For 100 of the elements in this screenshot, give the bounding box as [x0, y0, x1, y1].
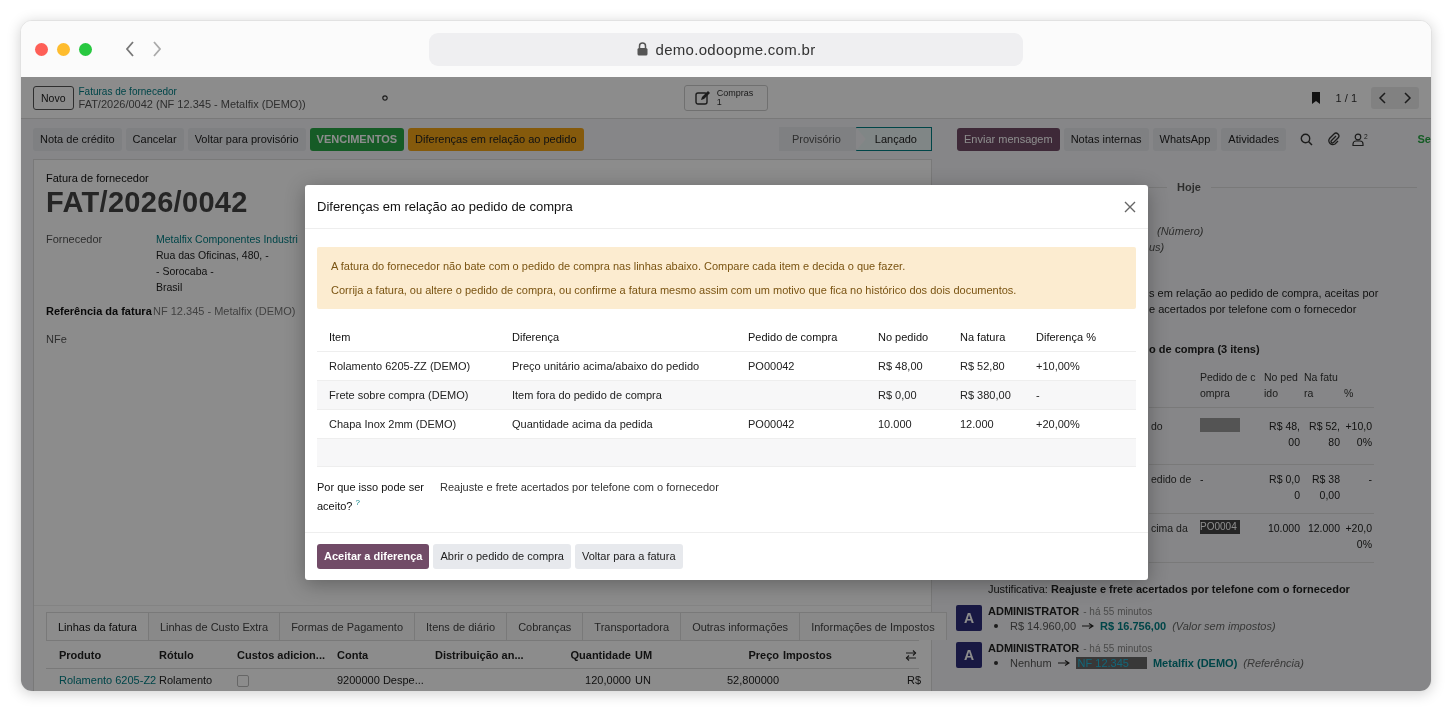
table-cell-text: 52,800000 [726, 674, 780, 686]
chatter-button[interactable]: Atividades [1221, 127, 1287, 151]
table-cell: - [1342, 465, 1374, 514]
column-header[interactable]: Quantidade [555, 648, 635, 661]
dialog-button[interactable]: Abrir o pedido de compra [433, 543, 571, 569]
table-cell: R$ 380,00 [1302, 465, 1342, 514]
back-icon[interactable] [125, 41, 135, 57]
address-line: - Sorocaba - [156, 264, 215, 279]
bullet-icon [994, 624, 998, 628]
purchases-smart-button[interactable]: Compras 1 [683, 84, 769, 111]
dialog-button[interactable]: Aceitar a diferença [317, 543, 430, 569]
bullet-icon [994, 661, 998, 665]
forward-icon[interactable] [152, 41, 162, 57]
new-value: R$ 16.756,00 [1100, 620, 1167, 632]
bookmark-icon[interactable] [1309, 90, 1322, 105]
field-name: (Valor sem impostos) [1172, 620, 1276, 632]
column-header: Pedido de compra [1198, 363, 1262, 408]
author-name[interactable]: ADMINISTRATOR [988, 642, 1080, 654]
zoom-window-dot[interactable] [79, 42, 92, 56]
sliders-icon[interactable] [905, 650, 917, 661]
notebook-tab[interactable]: Formas de Pagamento [280, 612, 415, 640]
column-header: Na fatura [1302, 363, 1342, 408]
address-line: Rua das Oficinas, 480, - [156, 248, 270, 263]
avatar[interactable]: A [956, 642, 982, 668]
new-button[interactable]: Novo [33, 85, 74, 110]
chatter-button[interactable]: WhatsApp [1152, 127, 1218, 151]
breadcrumb-link[interactable]: Faturas de fornecedor [78, 84, 306, 98]
person-icon [1352, 132, 1365, 146]
minimize-window-dot[interactable] [57, 42, 70, 56]
old-value: R$ 14.960,00 [1010, 620, 1077, 632]
message-text: us) [1149, 240, 1166, 255]
vendor-link[interactable]: Metalfix Componentes Industri [156, 231, 298, 247]
product-link[interactable]: Rolamento 6205-Z2 [59, 674, 159, 686]
table-cell-text: Preço unitário acima/abaixo do pedido [511, 360, 701, 372]
table-cell-text: 120,0000 [584, 674, 632, 686]
action-button[interactable]: Cancelar [125, 127, 184, 151]
action-button[interactable]: Voltar para provisório [187, 127, 306, 151]
table-cell-text: R$ 0,00 [877, 389, 918, 401]
column-header[interactable]: Rótulo [159, 648, 237, 661]
column-header: No pedido [877, 331, 930, 343]
notebook-tab[interactable]: Linhas da fatura [46, 612, 149, 640]
notebook-tab[interactable]: Linhas de Custo Extra [148, 612, 281, 640]
column-header[interactable]: Distribuição an... [435, 648, 555, 661]
chatter-button[interactable]: Enviar mensagem [957, 127, 1060, 151]
checkbox[interactable] [237, 674, 249, 687]
column-header[interactable]: UM [635, 648, 671, 661]
column-header[interactable]: Conta [337, 648, 435, 661]
table-cell-text: 10.000 [877, 418, 913, 430]
alert-text: A fatura do fornecedor não bate com o pedido de compra nas linhas abaixo. Compare cada item e decida o que fazer. [331, 259, 907, 273]
paperclip-icon[interactable] [1327, 132, 1341, 146]
table-cell: R$ 0,00 [1262, 465, 1302, 514]
table-cell-text: R$ [907, 674, 923, 686]
order-tag [1200, 418, 1240, 432]
close-icon[interactable] [1124, 200, 1136, 213]
reason-field[interactable]: Reajuste e frete acertados por telefone com o fornecedor [440, 479, 719, 514]
action-button[interactable]: Nota de crédito [33, 127, 122, 151]
lock-icon [636, 42, 648, 56]
notebook-tab[interactable]: Cobranças [507, 612, 584, 640]
column-header: Diferença % [1035, 331, 1097, 343]
avatar[interactable]: A [956, 605, 982, 631]
table-cell-text: Item fora do pedido de compra [511, 389, 663, 401]
notebook-tab[interactable]: Outras informações [681, 612, 801, 640]
status-step[interactable]: Lançado [855, 127, 932, 151]
notebook-tab[interactable]: Transportadora [583, 612, 682, 640]
dialog-title: Diferenças em relação ao pedido de compra [317, 199, 573, 214]
table-cell-text: 9200000 Despe... [337, 674, 425, 686]
close-window-dot[interactable] [35, 42, 48, 56]
chatter-button[interactable]: Notas internas [1063, 127, 1149, 151]
column-header: % [1342, 379, 1374, 408]
table-cell: +10,00% [1342, 408, 1374, 465]
table-cell: 12.000 [1302, 514, 1342, 563]
justification-text: Justificativa: Reajuste e frete acertados por telefone com o fornecedor [988, 583, 1351, 595]
search-icon[interactable] [1300, 132, 1314, 146]
field-name: (Referência) [1243, 657, 1304, 669]
author-name[interactable]: ADMINISTRATOR [988, 605, 1080, 617]
message-text: (Número) [1156, 224, 1205, 239]
column-header[interactable]: Preço [671, 648, 783, 661]
new-value: Metalfix (DEMO) [1152, 657, 1238, 669]
invoice-number: FAT/2026/0042 [46, 186, 248, 219]
notebook-tab[interactable]: Itens de diário [415, 612, 508, 640]
column-header: No pedido [1262, 363, 1302, 408]
record-title: FAT/2026/0042 (NF 12.345 - Metalfix (DEMO)) [78, 97, 306, 111]
column-header[interactable]: Custos adicion... [237, 648, 337, 661]
table-cell-text: PO00042 [747, 418, 796, 430]
column-header: Diferença [511, 331, 561, 343]
dialog-button[interactable]: Voltar para a fatura [574, 543, 683, 569]
notebook-tab[interactable]: Informações de Impostos [800, 612, 947, 640]
table-cell: R$ 52,80 [1302, 408, 1342, 465]
address-bar[interactable]: demo.odoopme.com.br [429, 32, 1023, 66]
status-step[interactable]: Provisório [778, 127, 856, 151]
message-text: s em relação ao pedido de compra, aceitas por [1149, 286, 1380, 301]
action-button[interactable]: Diferenças em relação ao pedido [408, 127, 584, 151]
table-cell-text: PO00042 [747, 360, 796, 372]
column-header: Item [328, 331, 352, 343]
order-tag: PO0004 [1200, 520, 1240, 534]
table-cell-text: Rolamento 6205-ZZ (DEMO) [328, 360, 472, 372]
table-cell-text: 12.000 [959, 418, 995, 430]
column-header[interactable]: Produto [59, 648, 159, 661]
table-cell-text: UN [635, 674, 652, 686]
column-header[interactable]: Impostos [783, 648, 907, 661]
